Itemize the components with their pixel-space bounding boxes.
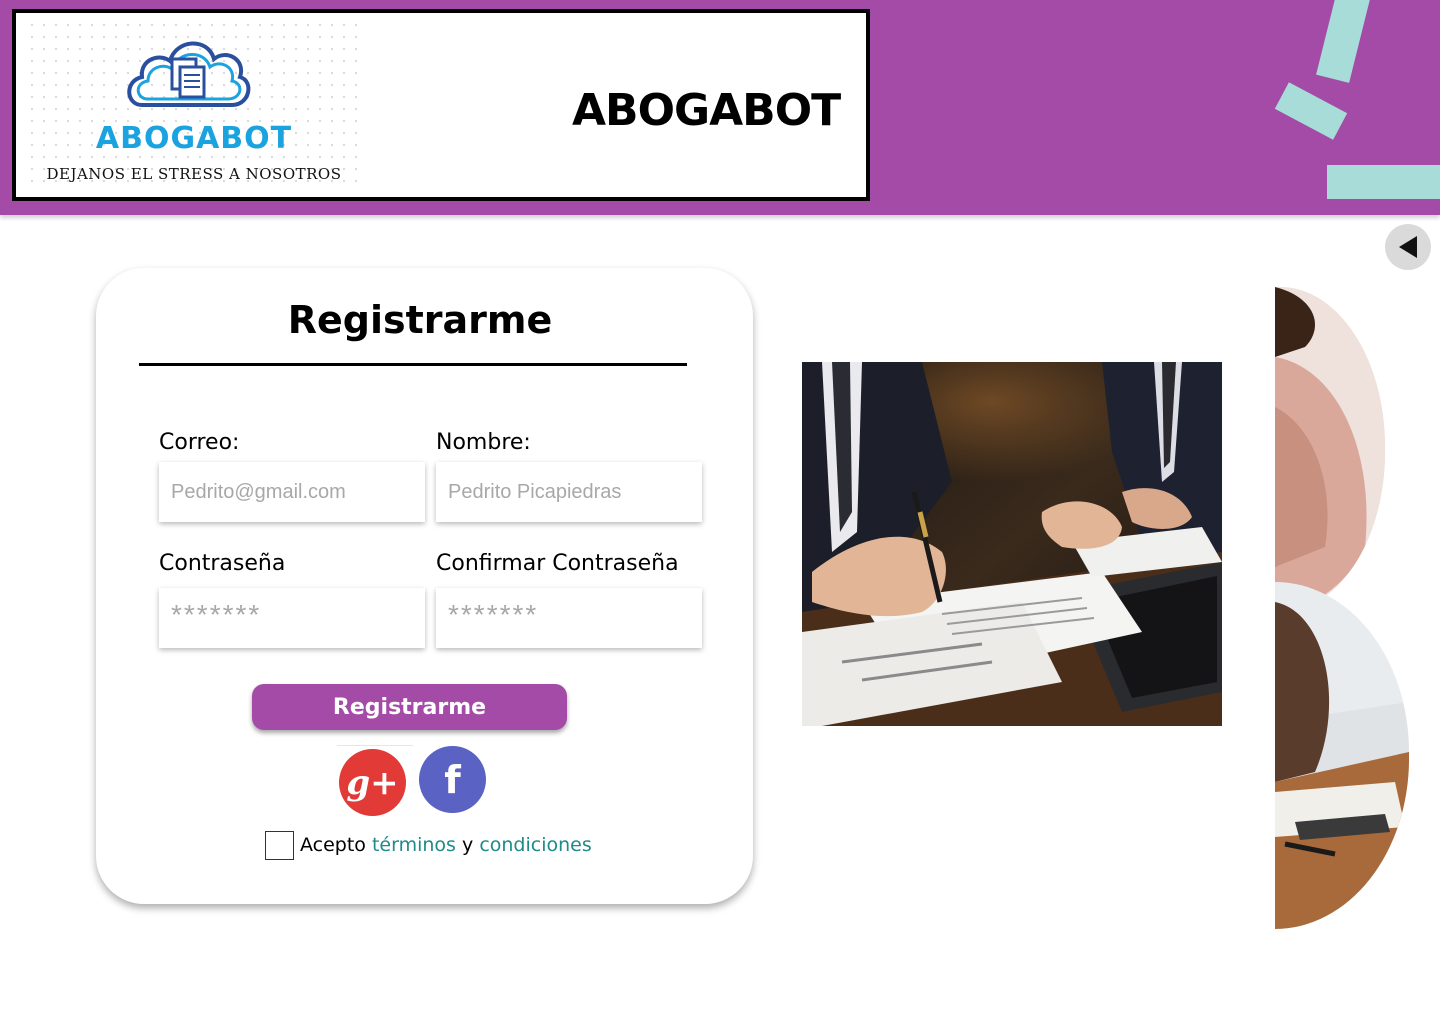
google-plus-icon: g+ xyxy=(346,762,399,803)
terms-link[interactable]: términos xyxy=(372,834,456,856)
password-label: Contraseña xyxy=(159,551,286,576)
register-card: Registrarme Correo: Nombre: Contraseña C… xyxy=(96,268,753,904)
social-divider xyxy=(337,745,413,746)
name-label: Nombre: xyxy=(436,430,531,455)
triangle-left-icon xyxy=(1399,236,1417,258)
logo: ABOGABOT DEJANOS EL STRESS A NOSOTROS xyxy=(26,19,362,191)
terms-prefix: Acepto xyxy=(300,834,366,856)
facebook-login-button[interactable]: f xyxy=(419,746,486,813)
register-button[interactable]: Registrarme xyxy=(252,684,567,730)
confirm-password-field[interactable] xyxy=(436,588,702,648)
google-login-button[interactable]: g+ xyxy=(339,749,406,816)
name-field[interactable] xyxy=(436,462,702,522)
terms-checkbox[interactable] xyxy=(265,830,294,860)
email-label: Correo: xyxy=(159,430,240,455)
terms-joiner: y xyxy=(462,834,474,856)
header-bar: ABOGABOT DEJANOS EL STRESS A NOSOTROS AB… xyxy=(0,0,1440,215)
decor-stripe xyxy=(1327,165,1440,199)
header-brand-box: ABOGABOT DEJANOS EL STRESS A NOSOTROS AB… xyxy=(12,9,870,201)
terms-row: Acepto términos y condiciones xyxy=(265,830,592,860)
facebook-icon: f xyxy=(444,757,461,802)
logo-name: ABOGABOT xyxy=(95,121,293,156)
confirm-password-label: Confirmar Contraseña xyxy=(436,551,679,576)
title-divider xyxy=(139,363,687,366)
email-field[interactable] xyxy=(159,462,425,522)
page: ABOGABOT DEJANOS EL STRESS A NOSOTROS AB… xyxy=(0,0,1440,1024)
conditions-link[interactable]: condiciones xyxy=(479,834,591,856)
back-button[interactable] xyxy=(1385,224,1431,270)
side-photo-bottom xyxy=(1275,582,1409,929)
decor-stripe xyxy=(1274,82,1348,140)
password-field[interactable] xyxy=(159,588,425,648)
decor-stripe xyxy=(1316,0,1370,83)
cloud-documents-icon xyxy=(127,41,251,107)
form-title: Registrarme xyxy=(287,298,553,342)
brand-title: ABOGABOT xyxy=(572,85,841,136)
logo-tagline: DEJANOS EL STRESS A NOSOTROS xyxy=(46,165,342,183)
lawyers-signing-photo xyxy=(802,362,1222,726)
side-photo-top xyxy=(1275,287,1385,612)
